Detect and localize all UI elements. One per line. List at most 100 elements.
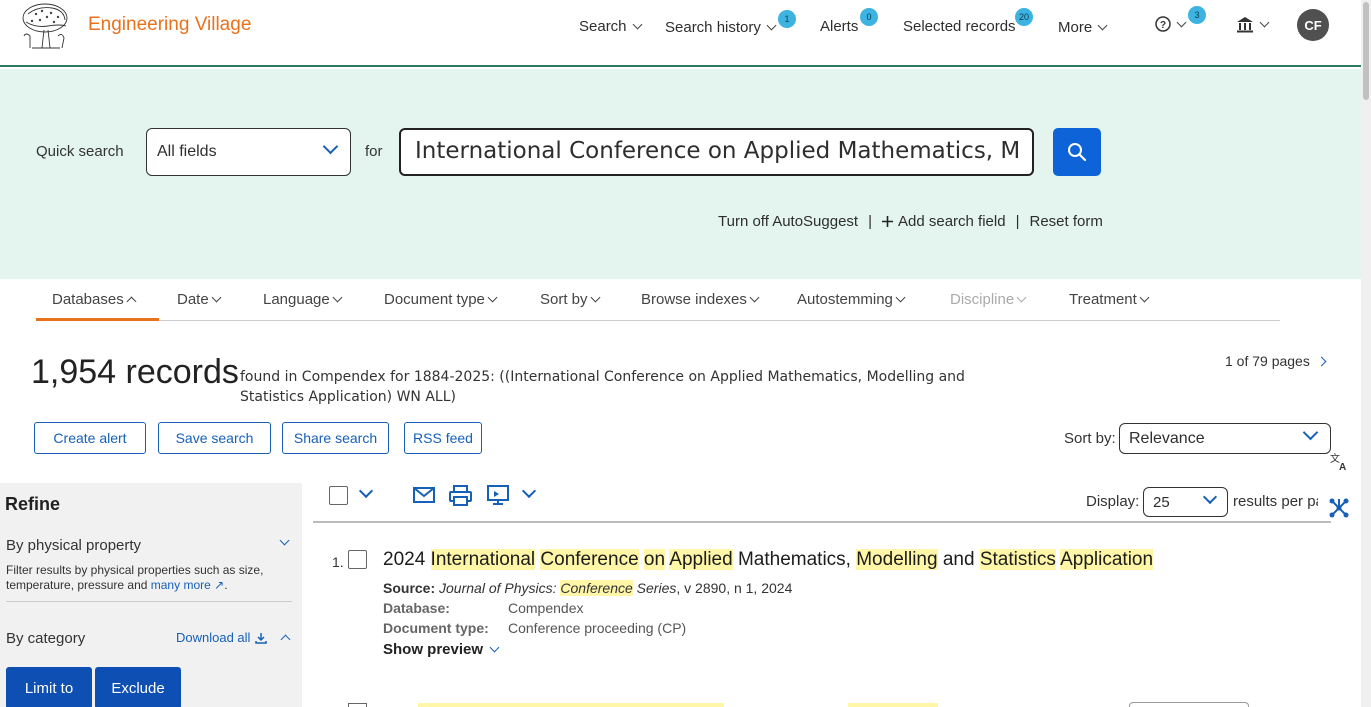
result-checkbox[interactable] bbox=[348, 550, 367, 569]
tab-language[interactable]: Language bbox=[263, 291, 343, 308]
tab-discipline: Discipline bbox=[950, 291, 1027, 308]
nav-selected-records[interactable]: Selected records bbox=[903, 18, 1016, 35]
title-part: and bbox=[937, 549, 980, 570]
pagination[interactable]: 1 of 79 pages bbox=[1225, 353, 1327, 369]
source-label: Source: bbox=[383, 580, 436, 596]
network-graph-icon[interactable] bbox=[1326, 495, 1352, 521]
source-details: , v 2890, n 1, 2024 bbox=[676, 580, 793, 596]
user-avatar[interactable]: CF bbox=[1297, 9, 1329, 41]
link-divider: | bbox=[1015, 213, 1020, 230]
result-title[interactable]: 2024 International Conference on Applied… bbox=[383, 549, 1154, 571]
nav-alerts-label: Alerts bbox=[820, 18, 859, 35]
tab-sort-by-label: Sort by bbox=[540, 291, 588, 308]
chevron-down-icon[interactable] bbox=[521, 483, 537, 499]
physical-property-section[interactable]: By physical property bbox=[6, 535, 292, 554]
page-scrollbar[interactable] bbox=[1361, 0, 1371, 707]
nav-selected-records-label: Selected records bbox=[903, 18, 1016, 35]
tab-treatment-label: Treatment bbox=[1069, 291, 1137, 308]
tab-date[interactable]: Date bbox=[177, 291, 222, 308]
sort-by-value: Relevance bbox=[1129, 430, 1205, 447]
result-database: Database: Compendex bbox=[383, 600, 584, 616]
print-icon[interactable] bbox=[449, 485, 472, 506]
chevron-down-icon bbox=[487, 292, 498, 303]
export-icon[interactable] bbox=[487, 485, 509, 506]
help-badge: 3 bbox=[1188, 6, 1206, 24]
create-alert-button[interactable]: Create alert bbox=[34, 422, 146, 454]
chevron-down-icon[interactable] bbox=[358, 483, 374, 499]
add-search-field-label: Add search field bbox=[898, 213, 1006, 230]
physical-property-description: Filter results by physical properties su… bbox=[6, 563, 264, 592]
reset-form-link[interactable]: Reset form bbox=[1030, 213, 1103, 230]
chevron-down-icon bbox=[1259, 17, 1270, 28]
title-part: 2024 bbox=[383, 549, 431, 570]
tab-document-type[interactable]: Document type bbox=[384, 291, 498, 308]
select-all-checkbox[interactable] bbox=[329, 486, 348, 505]
many-more-link[interactable]: many more ↗ bbox=[151, 578, 224, 592]
records-count: 1,954 records bbox=[31, 353, 239, 391]
search-input[interactable]: International Conference on Applied Math… bbox=[399, 128, 1034, 176]
nav-alerts[interactable]: Alerts bbox=[820, 18, 858, 35]
display-count-select[interactable]: 25 bbox=[1143, 487, 1228, 517]
tab-browse-indexes[interactable]: Browse indexes bbox=[641, 291, 760, 308]
translate-icon[interactable]: 文 A bbox=[1326, 448, 1352, 474]
help-menu[interactable]: ? bbox=[1155, 16, 1187, 32]
link-divider: | bbox=[868, 213, 873, 230]
result-number: 1. bbox=[332, 554, 344, 570]
institution-menu[interactable] bbox=[1236, 16, 1270, 33]
tab-browse-indexes-label: Browse indexes bbox=[641, 291, 747, 308]
source-journal: Journal of Physics: Conference Series bbox=[439, 580, 676, 596]
title-part-highlight: International bbox=[430, 549, 536, 570]
tab-date-label: Date bbox=[177, 291, 209, 308]
add-search-field-link[interactable]: Add search field bbox=[882, 213, 1006, 230]
alerts-badge: 0 bbox=[860, 8, 878, 26]
nav-search-history[interactable]: Search history bbox=[665, 19, 777, 36]
tab-databases-label: Databases bbox=[52, 291, 124, 308]
save-search-button[interactable]: Save search bbox=[158, 422, 271, 454]
category-section[interactable]: By category bbox=[6, 630, 85, 647]
nav-more-label: More bbox=[1058, 19, 1093, 36]
search-button[interactable] bbox=[1053, 128, 1101, 176]
chevron-right-icon[interactable] bbox=[1316, 356, 1327, 366]
tab-sort-by[interactable]: Sort by bbox=[540, 291, 600, 308]
brand-name[interactable]: Engineering Village bbox=[88, 14, 251, 36]
search-options-links: Turn off AutoSuggest | Add search field … bbox=[718, 213, 1103, 230]
share-search-button[interactable]: Share search bbox=[282, 422, 389, 454]
search-field-select[interactable]: All fields bbox=[146, 128, 351, 176]
chevron-down-icon bbox=[749, 292, 760, 303]
records-query-description: found in Compendex for 1884-2025: ((Inte… bbox=[240, 369, 965, 405]
sort-by-select[interactable]: Relevance bbox=[1119, 423, 1331, 454]
show-preview-toggle[interactable]: Show preview bbox=[383, 641, 500, 658]
refine-title: Refine bbox=[5, 494, 61, 514]
institution-icon bbox=[1237, 17, 1253, 33]
chevron-down-icon bbox=[322, 138, 339, 155]
rss-feed-button[interactable]: RSS feed bbox=[404, 422, 482, 454]
nav-search[interactable]: Search bbox=[579, 18, 642, 35]
download-all-link[interactable]: Download all bbox=[176, 630, 291, 645]
chevron-down-icon bbox=[1176, 17, 1187, 27]
limit-to-button[interactable]: Limit to bbox=[6, 667, 92, 707]
tab-autostemming[interactable]: Autostemming bbox=[797, 291, 906, 308]
result-source: Source: Journal of Physics: Conference S… bbox=[383, 580, 792, 596]
quick-search-panel: Quick search All fields for Internationa… bbox=[0, 69, 1361, 279]
chevron-down-icon bbox=[632, 19, 642, 30]
tab-language-label: Language bbox=[263, 291, 330, 308]
chevron-down-icon bbox=[766, 20, 777, 31]
tab-databases[interactable]: Databases bbox=[52, 291, 137, 308]
exclude-button[interactable]: Exclude bbox=[95, 667, 181, 707]
tab-treatment[interactable]: Treatment bbox=[1069, 291, 1150, 308]
title-part: Mathematics, bbox=[732, 549, 857, 570]
download-all-label: Download all bbox=[176, 630, 251, 645]
display-count-value: 25 bbox=[1153, 494, 1170, 511]
scrollbar-thumb[interactable] bbox=[1363, 2, 1369, 100]
page-indicator: 1 of 79 pages bbox=[1225, 353, 1310, 369]
active-tab-indicator bbox=[36, 318, 159, 321]
email-icon[interactable] bbox=[413, 485, 435, 505]
result-checkbox[interactable] bbox=[348, 703, 367, 707]
autosuggest-toggle-link[interactable]: Turn off AutoSuggest bbox=[718, 213, 858, 230]
chevron-up-icon bbox=[126, 296, 137, 306]
nav-more[interactable]: More bbox=[1058, 19, 1108, 36]
elsevier-tree-logo[interactable] bbox=[18, 2, 72, 50]
chevron-down-icon bbox=[279, 535, 290, 546]
source-journal-b: Series bbox=[632, 580, 677, 596]
title-part-highlight: Statistics bbox=[979, 549, 1056, 570]
